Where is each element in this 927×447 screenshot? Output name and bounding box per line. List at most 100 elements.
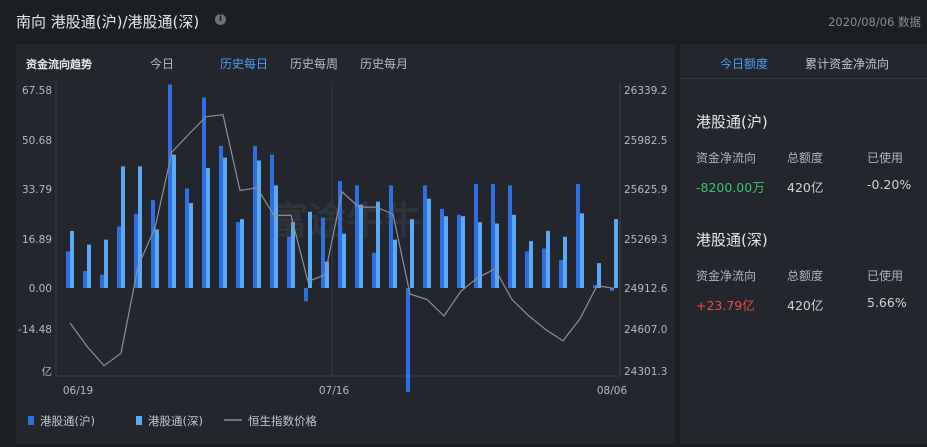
- bar: [359, 204, 363, 288]
- x-tick-label: 06/19: [63, 385, 93, 397]
- y-right-tick-label: 24607.0: [624, 324, 667, 336]
- bar: [219, 145, 223, 288]
- y-right-tick-label: 25269.3: [624, 234, 667, 246]
- bar: [155, 229, 159, 288]
- bar: [287, 236, 291, 288]
- chart-panel: 资金流向趋势 今日 历史每日 历史每周 历史每月 富途牛牛 67.58 50.68 3…: [16, 44, 675, 444]
- bar: [355, 185, 359, 288]
- sh-net-flow-value: -8200.00万: [696, 180, 765, 195]
- bar: [410, 219, 414, 288]
- bar: [223, 157, 227, 288]
- bar: [87, 244, 91, 288]
- net-flow-label: 资金净流向: [696, 269, 757, 283]
- bar: [474, 183, 478, 288]
- bar: [580, 213, 584, 288]
- y-right-tick-label: 24912.6: [624, 283, 668, 295]
- bar: [291, 222, 295, 288]
- quota-label: 总额度: [787, 151, 824, 165]
- bar: [559, 260, 563, 288]
- bar: [172, 154, 176, 288]
- bar: [406, 288, 410, 393]
- bar: [83, 271, 87, 288]
- bar: [240, 219, 244, 288]
- bar: [70, 230, 74, 288]
- sz-quota-value: 420亿: [787, 298, 824, 313]
- y-left-tick-label: 16.89: [22, 234, 52, 246]
- bar: [121, 166, 125, 288]
- legend-swatch: [136, 416, 142, 425]
- quota-panel: 今日额度 累计资金净流向 港股通(沪) 资金净流向 总额度 已使用 -8200.…: [680, 44, 927, 444]
- legend-label: 港股通(深): [148, 414, 203, 428]
- net-flow-label: 资金净流向: [696, 151, 757, 165]
- legend-swatch: [28, 416, 34, 425]
- bar: [427, 198, 431, 288]
- bar: [597, 263, 601, 288]
- bar: [274, 185, 278, 288]
- bar: [168, 84, 172, 288]
- used-label: 已使用: [867, 269, 904, 283]
- page-title: 南向 港股通(沪)/港股通(深): [16, 13, 200, 31]
- quota-label: 总额度: [787, 269, 824, 283]
- bar: [342, 233, 346, 288]
- bar: [151, 200, 155, 288]
- y-left-tick-label: 50.68: [22, 135, 52, 147]
- bar: [376, 201, 380, 288]
- y-left-tick-label: 0.00: [29, 283, 52, 295]
- bar: [542, 248, 546, 288]
- bar: [576, 183, 580, 288]
- legend-label: 港股通(沪): [40, 414, 95, 428]
- bar: [206, 167, 210, 288]
- bar: [270, 154, 274, 288]
- bar: [257, 160, 261, 288]
- tab-cumulative-flow[interactable]: 累计资金净流向: [805, 55, 889, 72]
- bar: [202, 97, 206, 288]
- divider: [680, 78, 927, 79]
- market-sh-title: 港股通(沪): [696, 113, 768, 131]
- bar: [614, 219, 618, 288]
- bar: [138, 166, 142, 288]
- bar: [66, 251, 70, 288]
- bar: [512, 214, 516, 288]
- bar: [525, 251, 529, 288]
- flow-chart: 富途牛牛67.5850.6833.7916.890.00-14.48亿26339…: [18, 82, 668, 428]
- page-header: 南向 港股通(沪)/港股通(深) i 2020/08/06 数据: [0, 0, 927, 40]
- bar: [185, 188, 189, 288]
- x-tick-label: 07/16: [319, 385, 350, 397]
- bar: [478, 222, 482, 288]
- y-right-tick-label: 25625.9: [624, 184, 667, 196]
- y-right-tick-label: 26339.2: [624, 85, 667, 97]
- bar: [508, 185, 512, 288]
- data-date: 2020/08/06 数据: [828, 15, 921, 29]
- x-tick-label: 08/06: [597, 385, 628, 397]
- sz-used-value: 5.66%: [867, 295, 907, 310]
- y-left-tick-label: -14.48: [18, 324, 52, 336]
- bar: [440, 208, 444, 288]
- sh-used-value: -0.20%: [867, 177, 912, 192]
- tab-today-quota[interactable]: 今日额度: [720, 55, 768, 72]
- bar: [461, 216, 465, 288]
- market-sz-title: 港股通(深): [696, 231, 768, 249]
- bar: [304, 288, 308, 302]
- y-left-tick-label: 33.79: [22, 184, 52, 196]
- bar: [189, 203, 193, 288]
- info-icon[interactable]: i: [215, 14, 226, 25]
- bar: [321, 217, 325, 288]
- bar: [372, 252, 376, 288]
- bar: [393, 239, 397, 288]
- y-left-tick-label: 亿: [42, 365, 53, 378]
- y-right-tick-label: 24301.3: [624, 366, 667, 378]
- y-right-tick-label: 25982.5: [624, 135, 667, 147]
- bar: [546, 230, 550, 288]
- bar: [236, 222, 240, 288]
- bar: [100, 274, 104, 288]
- used-label: 已使用: [867, 151, 904, 165]
- bar: [495, 223, 499, 288]
- sh-quota-value: 420亿: [787, 180, 824, 195]
- bar: [104, 239, 108, 288]
- bar: [529, 241, 533, 288]
- bar: [253, 145, 257, 288]
- bar: [308, 211, 312, 288]
- bar: [389, 185, 393, 288]
- bar: [444, 216, 448, 288]
- bar: [491, 183, 495, 288]
